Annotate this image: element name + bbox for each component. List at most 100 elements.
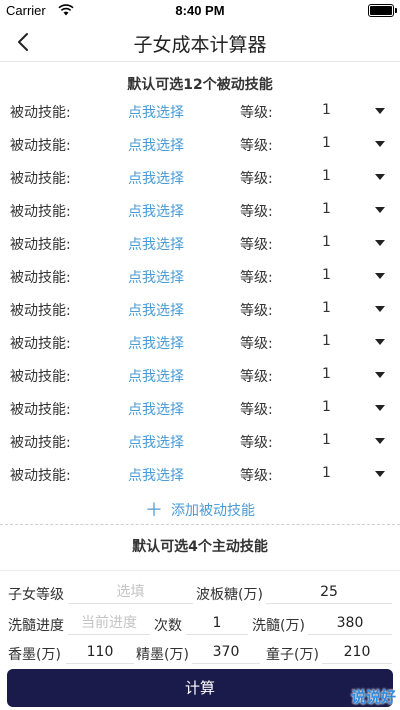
battery-icon: [368, 4, 397, 17]
calculate-button[interactable]: 计算: [7, 669, 393, 707]
skill-label: 被动技能:: [10, 336, 71, 352]
passive-skill-row: 被动技能: 点我选择 等级: 1: [0, 260, 400, 293]
xisui-cost-input[interactable]: [308, 611, 392, 635]
skill-pick-button[interactable]: 点我选择: [128, 366, 184, 386]
boban-sugar-input[interactable]: [266, 580, 392, 604]
tongzi-input[interactable]: [322, 640, 392, 664]
caret-down-icon[interactable]: [375, 372, 385, 378]
caret-down-icon[interactable]: [375, 339, 385, 345]
level-value[interactable]: 1: [322, 135, 331, 151]
skill-pick-button[interactable]: 点我选择: [128, 168, 184, 188]
level-value[interactable]: 1: [322, 366, 331, 382]
form-row-2: 洗髓进度 次数 洗髓(万): [0, 609, 400, 639]
skill-pick-button[interactable]: 点我选择: [128, 267, 184, 287]
times-label: 次数: [154, 618, 182, 634]
skill-label: 被动技能:: [10, 435, 71, 451]
caret-down-icon[interactable]: [375, 405, 385, 411]
add-passive-skill-button[interactable]: ＋ 添加被动技能: [0, 496, 400, 522]
passive-skill-row: 被动技能: 点我选择 等级: 1: [0, 392, 400, 425]
skill-pick-button[interactable]: 点我选择: [128, 300, 184, 320]
level-value[interactable]: 1: [322, 234, 331, 250]
form-divider: [0, 570, 400, 571]
skill-pick-button[interactable]: 点我选择: [128, 201, 184, 221]
passive-skill-row: 被动技能: 点我选择 等级: 1: [0, 161, 400, 194]
xiangmo-label: 香墨(万): [8, 647, 61, 663]
caret-down-icon[interactable]: [375, 240, 385, 246]
child-level-label: 子女等级: [8, 587, 64, 603]
caret-down-icon[interactable]: [375, 438, 385, 444]
page-title: 子女成本计算器: [133, 34, 267, 56]
passive-skill-row: 被动技能: 点我选择 等级: 1: [0, 425, 400, 458]
passive-skill-row: 被动技能: 点我选择 等级: 1: [0, 293, 400, 326]
level-label: 等级:: [240, 468, 273, 484]
level-label: 等级:: [240, 270, 273, 286]
skill-pick-button[interactable]: 点我选择: [128, 465, 184, 485]
skill-label: 被动技能:: [10, 369, 71, 385]
xisui-cost-label: 洗髓(万): [252, 618, 305, 634]
caret-down-icon[interactable]: [375, 141, 385, 147]
passive-skill-row: 被动技能: 点我选择 等级: 1: [0, 194, 400, 227]
level-value[interactable]: 1: [322, 399, 331, 415]
skill-label: 被动技能:: [10, 171, 71, 187]
section-divider: [0, 524, 400, 525]
skill-pick-button[interactable]: 点我选择: [128, 135, 184, 155]
xiangmo-input[interactable]: [66, 640, 134, 664]
caret-down-icon[interactable]: [375, 471, 385, 477]
xisui-progress-label: 洗髓进度: [8, 618, 64, 634]
level-value[interactable]: 1: [322, 201, 331, 217]
tongzi-label: 童子(万): [266, 647, 319, 663]
status-bar: Carrier 8:40 PM: [0, 0, 400, 22]
passive-skill-row: 被动技能: 点我选择 等级: 1: [0, 326, 400, 359]
skill-pick-button[interactable]: 点我选择: [128, 399, 184, 419]
skill-pick-button[interactable]: 点我选择: [128, 102, 184, 122]
skill-label: 被动技能:: [10, 138, 71, 154]
skill-label: 被动技能:: [10, 237, 71, 253]
level-value[interactable]: 1: [322, 168, 331, 184]
level-label: 等级:: [240, 303, 273, 319]
clock: 8:40 PM: [175, 3, 225, 18]
level-value[interactable]: 1: [322, 102, 331, 118]
skill-label: 被动技能:: [10, 402, 71, 418]
form-row-3: 香墨(万) 精墨(万) 童子(万): [0, 638, 400, 668]
passive-skill-row: 被动技能: 点我选择 等级: 1: [0, 95, 400, 128]
skill-label: 被动技能:: [10, 303, 71, 319]
jingmo-input[interactable]: [192, 640, 260, 664]
level-value[interactable]: 1: [322, 465, 331, 481]
times-input[interactable]: [186, 611, 248, 635]
level-label: 等级:: [240, 204, 273, 220]
watermark-logo: 说说好: [350, 688, 396, 706]
child-level-input[interactable]: [68, 580, 193, 604]
level-label: 等级:: [240, 369, 273, 385]
passive-skill-row: 被动技能: 点我选择 等级: 1: [0, 359, 400, 392]
caret-down-icon[interactable]: [375, 174, 385, 180]
skill-label: 被动技能:: [10, 204, 71, 220]
level-value[interactable]: 1: [322, 432, 331, 448]
skill-pick-button[interactable]: 点我选择: [128, 333, 184, 353]
passive-skill-row: 被动技能: 点我选择 等级: 1: [0, 458, 400, 491]
caret-down-icon[interactable]: [375, 207, 385, 213]
boban-sugar-label: 波板糖(万): [196, 587, 263, 603]
skill-label: 被动技能:: [10, 270, 71, 286]
level-label: 等级:: [240, 237, 273, 253]
xisui-progress-input[interactable]: [68, 611, 150, 635]
level-label: 等级:: [240, 171, 273, 187]
skill-pick-button[interactable]: 点我选择: [128, 432, 184, 452]
add-passive-skill-label: 添加被动技能: [171, 503, 255, 519]
level-value[interactable]: 1: [322, 267, 331, 283]
level-value[interactable]: 1: [322, 333, 331, 349]
passive-skill-row: 被动技能: 点我选择 等级: 1: [0, 227, 400, 260]
caret-down-icon[interactable]: [375, 306, 385, 312]
skill-label: 被动技能:: [10, 105, 71, 121]
level-label: 等级:: [240, 435, 273, 451]
skill-label: 被动技能:: [10, 468, 71, 484]
caret-down-icon[interactable]: [375, 273, 385, 279]
form-row-1: 子女等级 波板糖(万): [0, 578, 400, 608]
level-value[interactable]: 1: [322, 300, 331, 316]
passive-skill-row: 被动技能: 点我选择 等级: 1: [0, 128, 400, 161]
level-label: 等级:: [240, 336, 273, 352]
caret-down-icon[interactable]: [375, 108, 385, 114]
skill-pick-button[interactable]: 点我选择: [128, 234, 184, 254]
passive-section-title: 默认可选12个被动技能: [127, 77, 273, 93]
jingmo-label: 精墨(万): [136, 647, 189, 663]
nav-bar: 子女成本计算器: [0, 22, 400, 62]
